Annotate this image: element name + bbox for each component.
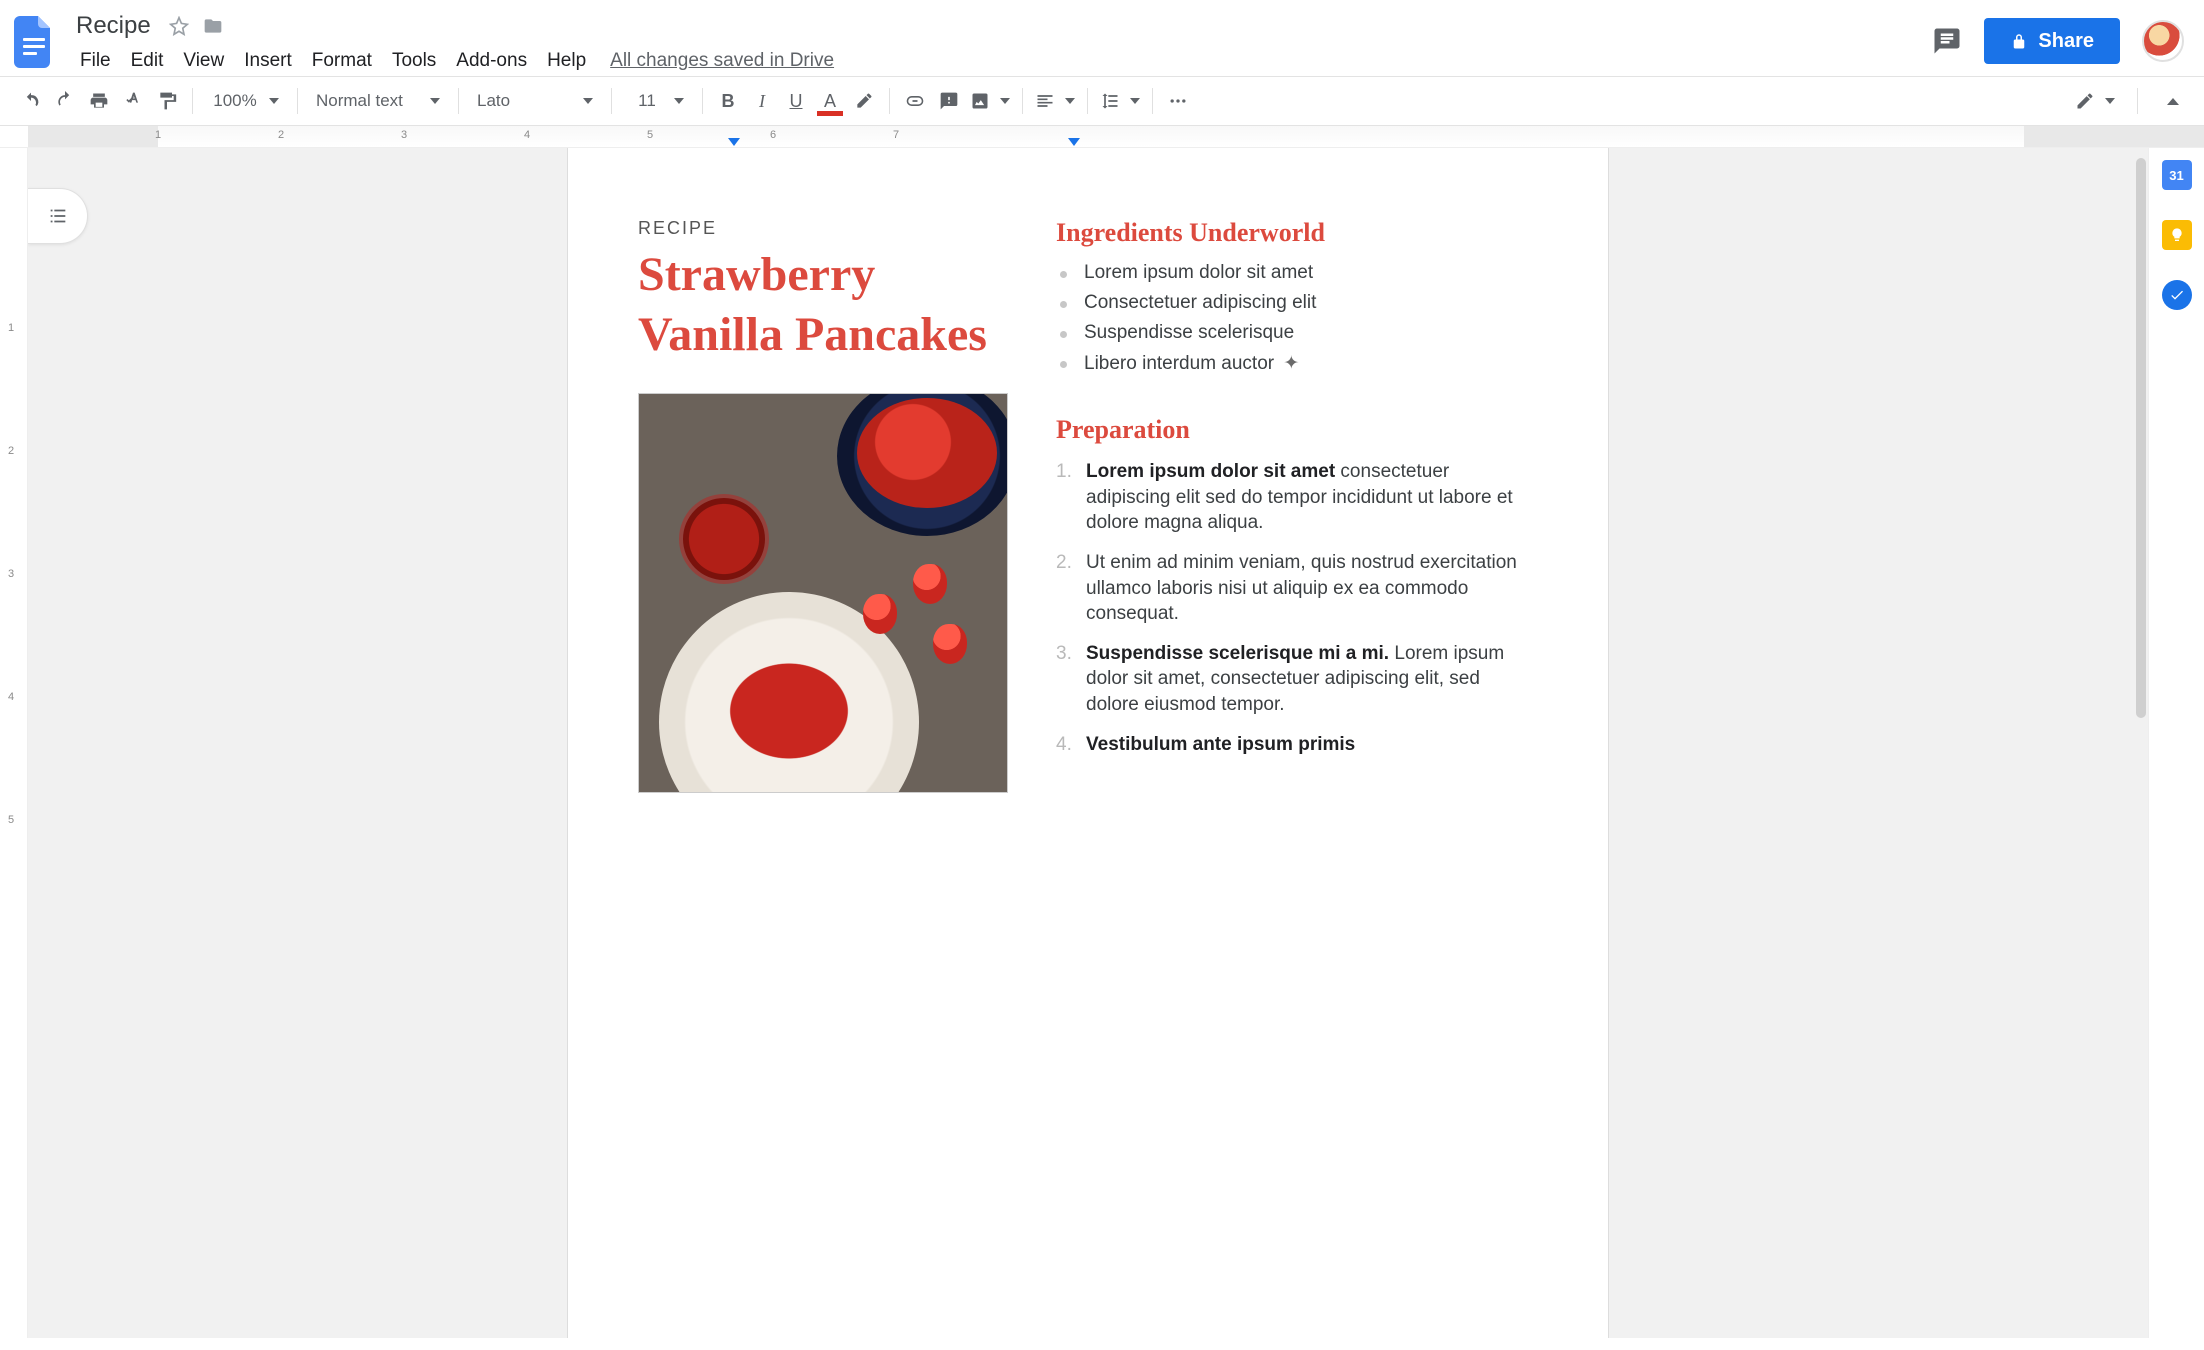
page[interactable]: RECIPE Strawberry Vanilla Pancakes Ingre… xyxy=(568,148,1608,1338)
account-avatar[interactable] xyxy=(2142,20,2184,62)
star-icon[interactable] xyxy=(167,14,191,38)
list-item: Suspendisse scelerisque xyxy=(1056,322,1538,344)
docs-app-icon[interactable] xyxy=(12,12,56,72)
list-item: Consectetuer adipiscing elit xyxy=(1056,292,1538,314)
ingredients-heading: Ingredients Underworld xyxy=(1056,218,1538,248)
ruler-tick: 1 xyxy=(155,129,161,141)
menu-file[interactable]: File xyxy=(70,46,121,76)
ruler-tick: 5 xyxy=(8,814,14,826)
paragraph-style-value: Normal text xyxy=(316,91,420,111)
chevron-down-icon xyxy=(583,98,593,104)
ruler-tick: 7 xyxy=(893,129,899,141)
toolbar: 100% Normal text Lato 11 B I U A xyxy=(0,77,2204,125)
menu-bar: File Edit View Insert Format Tools Add-o… xyxy=(70,46,834,76)
ingredients-list: Lorem ipsum dolor sit amet Consectetuer … xyxy=(1056,262,1538,375)
redo-button[interactable] xyxy=(48,84,82,118)
editing-mode-button[interactable] xyxy=(2071,84,2119,118)
scrollbar-thumb[interactable] xyxy=(2136,158,2146,718)
list-item: Libero interdum auctor ✦ xyxy=(1056,352,1538,375)
calendar-addon-button[interactable]: 31 xyxy=(2162,160,2192,190)
side-panel: 31 xyxy=(2148,148,2204,1338)
ruler-tick: 4 xyxy=(524,129,530,141)
font-family-value: Lato xyxy=(477,91,573,111)
preparation-steps: Lorem ipsum dolor sit amet consectetuer … xyxy=(1056,459,1538,757)
hide-menus-button[interactable] xyxy=(2156,84,2190,118)
insert-link-button[interactable] xyxy=(898,84,932,118)
vertical-ruler[interactable]: 1 2 3 4 5 xyxy=(0,148,28,1338)
menu-edit[interactable]: Edit xyxy=(121,46,174,76)
insert-image-button[interactable] xyxy=(966,84,1014,118)
highlight-button[interactable] xyxy=(847,84,881,118)
insert-comment-button[interactable] xyxy=(932,84,966,118)
recipe-photo[interactable] xyxy=(638,393,1008,793)
tasks-addon-button[interactable] xyxy=(2162,280,2192,310)
menu-addons[interactable]: Add-ons xyxy=(446,46,537,76)
ruler-tick: 4 xyxy=(8,691,14,703)
font-size-value: 11 xyxy=(630,91,664,111)
list-item: Suspendisse scelerisque mi a mi. Lorem i… xyxy=(1056,641,1538,718)
align-button[interactable] xyxy=(1031,84,1079,118)
chevron-down-icon xyxy=(2105,98,2115,104)
ruler-tick: 2 xyxy=(278,129,284,141)
move-folder-icon[interactable] xyxy=(201,14,225,38)
star-glyph: ✦ xyxy=(1283,353,1299,374)
save-status[interactable]: All changes saved in Drive xyxy=(610,50,834,72)
font-size-select[interactable]: 11 xyxy=(620,84,694,118)
bold-button[interactable]: B xyxy=(711,84,745,118)
list-item: Ut enim ad minim veniam, quis nostrud ex… xyxy=(1056,550,1538,627)
open-comments-button[interactable] xyxy=(1932,26,1962,56)
menu-insert[interactable]: Insert xyxy=(234,46,302,76)
font-family-select[interactable]: Lato xyxy=(467,84,603,118)
text-color-button[interactable]: A xyxy=(813,84,847,118)
ruler-tick: 3 xyxy=(8,568,14,580)
indent-marker[interactable] xyxy=(728,138,740,146)
spellcheck-button[interactable] xyxy=(116,84,150,118)
underline-button[interactable]: U xyxy=(779,84,813,118)
chevron-down-icon xyxy=(1000,98,1010,104)
chevron-down-icon xyxy=(674,98,684,104)
recipe-title: Strawberry Vanilla Pancakes xyxy=(638,245,1008,365)
share-button-label: Share xyxy=(2038,30,2094,53)
ruler-tick: 5 xyxy=(647,129,653,141)
document-outline-toggle[interactable] xyxy=(28,188,88,244)
italic-button[interactable]: I xyxy=(745,84,779,118)
print-button[interactable] xyxy=(82,84,116,118)
more-tools-button[interactable] xyxy=(1161,84,1195,118)
undo-button[interactable] xyxy=(14,84,48,118)
document-title[interactable]: Recipe xyxy=(70,10,157,42)
ruler-tick: 2 xyxy=(8,445,14,457)
list-item: Lorem ipsum dolor sit amet xyxy=(1056,262,1538,284)
indent-marker[interactable] xyxy=(1068,138,1080,146)
menu-help[interactable]: Help xyxy=(537,46,596,76)
keep-addon-button[interactable] xyxy=(2162,220,2192,250)
chevron-down-icon xyxy=(269,98,279,104)
ruler-tick: 6 xyxy=(770,129,776,141)
menu-format[interactable]: Format xyxy=(302,46,382,76)
list-item: Lorem ipsum dolor sit amet consectetuer … xyxy=(1056,459,1538,536)
paint-format-button[interactable] xyxy=(150,84,184,118)
chevron-down-icon xyxy=(1065,98,1075,104)
calendar-date-label: 31 xyxy=(2169,168,2183,183)
recipe-kicker: RECIPE xyxy=(638,218,1008,239)
title-bar: Recipe File Edit View Insert Format Tool… xyxy=(0,0,2204,76)
chevron-down-icon xyxy=(1130,98,1140,104)
paragraph-style-select[interactable]: Normal text xyxy=(306,84,450,118)
chevron-down-icon xyxy=(430,98,440,104)
menu-tools[interactable]: Tools xyxy=(382,46,446,76)
ruler-tick: 3 xyxy=(401,129,407,141)
zoom-select[interactable]: 100% xyxy=(201,84,289,118)
chevron-up-icon xyxy=(2167,98,2179,105)
horizontal-ruler[interactable]: 1 2 3 4 5 6 7 xyxy=(0,126,2204,148)
ruler-tick: 1 xyxy=(8,322,14,334)
zoom-value: 100% xyxy=(211,91,259,111)
document-canvas[interactable]: RECIPE Strawberry Vanilla Pancakes Ingre… xyxy=(28,148,2148,1338)
preparation-heading: Preparation xyxy=(1056,415,1538,445)
menu-view[interactable]: View xyxy=(173,46,234,76)
share-button[interactable]: Share xyxy=(1984,18,2120,64)
line-spacing-button[interactable] xyxy=(1096,84,1144,118)
list-item: Vestibulum ante ipsum primis xyxy=(1056,732,1538,758)
